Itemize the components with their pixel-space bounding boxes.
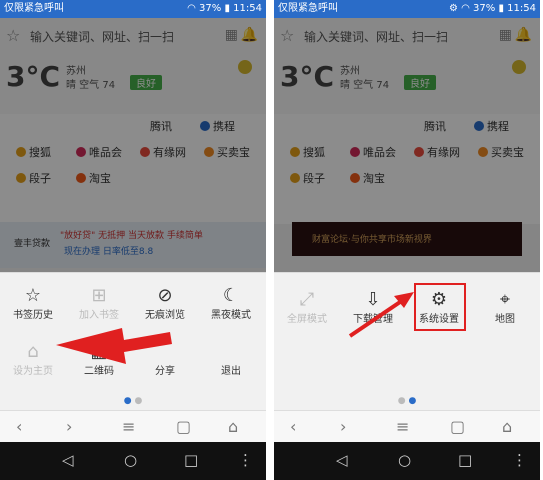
left-arrow-shape <box>56 328 172 364</box>
phone-screen-right: 仅限紧急呼叫 ⚙ ◠ 37% ▮ 11:54 ☆ 输入关键词、网址、扫一扫 ▦ … <box>274 0 540 480</box>
red-arrow-annotation <box>348 292 414 338</box>
arrow-shaft <box>348 296 408 338</box>
red-arrow-annotation <box>56 328 172 364</box>
phone-screen-left: 仅限紧急呼叫 ◠ 37% ▮ 11:54 ☆ 输入关键词、网址、扫一扫 ▦ 🔔 … <box>0 0 266 480</box>
